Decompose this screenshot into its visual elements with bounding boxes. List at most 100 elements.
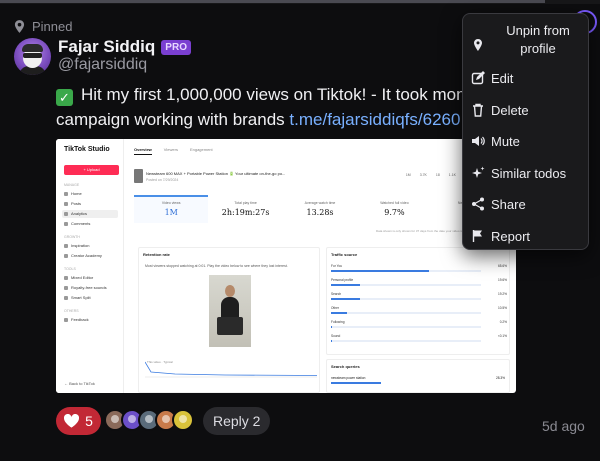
menu-label: Delete [491,103,529,118]
studio-logo: TikTok Studio [64,146,110,153]
reactor-avatar[interactable] [172,409,194,431]
traffic-value: 0.2% [499,320,507,324]
upload-button: + Upload [64,165,119,175]
avatar-hair [22,44,43,52]
traffic-track [331,284,481,286]
traffic-track [331,298,481,300]
metric-card: Total play time 2h:19m:27s [208,195,282,223]
query-bar [331,382,381,384]
traffic-bar [331,312,347,314]
traffic-panel: Traffic source For You 65.6% Personal prof… [326,247,510,355]
traffic-value: 19.2% [497,292,507,296]
retention-subtitle: Most viewers stopped watching at 0:01. P… [145,264,288,268]
menu-item-edit[interactable]: Edit [463,68,590,88]
menu-item-report[interactable]: Report [463,226,590,246]
search-queries-panel: Search queries newsteam power station 28… [326,359,510,393]
traffic-row: For You 65.6% [331,264,507,276]
menu-label: Report [491,229,531,244]
traffic-bar [331,298,360,300]
post-line-2: campaign working with brands t.me/fajars… [56,107,485,135]
author-handle[interactable]: @fajarsiddiq [58,56,147,74]
tab-viewers: Viewers [163,147,178,152]
studio-sidebar: TikTok Studio + Upload MANAGE Home Posts… [56,139,124,393]
edit-icon [471,71,485,85]
metric-label: Video views [161,201,181,205]
metric-label: Total play time [234,201,257,205]
nav-section-label: MANAGE [64,183,80,187]
context-menu: Unpin from profile Edit Delete Mute Simi… [462,13,589,250]
video-preview [209,275,251,347]
nav-item: Home [62,190,118,198]
nav-item: Smart Split [62,294,118,302]
nav-item: Creator Academy [62,252,118,260]
studio-tabs: Overview Viewers Engagement [134,147,213,155]
video-title: Newsteam 600 MAX + Portable Power Statio… [146,171,286,176]
retention-title: Retention rate [143,252,170,257]
menu-label: Similar todos [491,166,567,181]
traffic-row: Personal profile 19.6% [331,278,507,290]
menu-item-share[interactable]: Share [463,194,590,214]
scroll-thumb[interactable] [0,0,545,3]
reaction-count: 5 [85,413,93,429]
person-figure [221,297,239,319]
video-date: Posted on 7/29/2024 [146,178,179,182]
avatar[interactable] [14,38,51,75]
reactor-avatars[interactable] [104,409,194,431]
video-stat: 18 [435,173,440,177]
tab-engagement: Engagement [189,147,213,152]
speaker-icon [471,134,485,148]
traffic-row: Other 10.5% [331,306,507,318]
video-stats: 1M 3.7K 18 1.1K [406,173,456,177]
traffic-value: 19.6% [497,278,507,282]
menu-item-delete[interactable]: Delete [463,100,590,120]
queries-title: Search queries [331,364,360,369]
nav-item-active: Analytics [62,210,118,218]
query-label: newsteam power station [331,376,366,380]
nav-section-label: GROWTH [64,235,80,239]
menu-item-unpin[interactable]: Unpin from profile [463,20,590,60]
traffic-track [331,312,481,314]
author-line: Fajar Siddiq PRO [58,37,191,57]
author-name[interactable]: Fajar Siddiq [58,37,155,57]
heart-icon [64,414,80,428]
metric-label: Average watch time [304,201,336,205]
post-link[interactable]: t.me/fajarsiddiqfs/6260 [289,110,460,129]
flag-icon [471,229,485,243]
heart-reaction-button[interactable]: 5 [56,407,101,435]
attached-screenshot[interactable]: TikTok Studio + Upload MANAGE Home Posts… [56,139,516,393]
traffic-bar [331,340,332,342]
nav-section-label: TOOLS [64,267,76,271]
video-stat: 1M [405,173,411,177]
legend-typical: Typical [163,360,173,364]
traffic-bar [331,270,430,272]
power-station [217,317,243,335]
traffic-row: Sound <0.1% [331,334,507,346]
post-line-1: Hit my first 1,000,000 views on Tiktok! … [81,85,489,104]
traffic-track [331,326,481,328]
metric-card: Watched full video 9.7% [357,195,431,223]
metric-value: 2h:19m:27s [221,208,270,217]
traffic-bar [331,284,361,286]
key-metrics: Video views 1M Total play time 2h:19m:27s … [134,195,506,223]
menu-label: Mute [491,134,520,149]
traffic-title: Traffic source [331,252,358,257]
menu-item-mute[interactable]: Mute [463,131,590,151]
checkmark-icon: ✓ [56,89,73,106]
reply-button[interactable]: Reply 2 [203,407,271,435]
menu-label: Edit [491,71,514,86]
traffic-label: Search [331,292,342,296]
nav-item: Comments [62,220,118,228]
video-stat: 1.1K [448,173,456,177]
metric-value: 13.28s [306,208,334,217]
person-head [225,285,235,297]
post-line-2-text: campaign working with brands [56,110,290,129]
video-header: Newsteam 600 MAX + Portable Power Statio… [134,169,506,191]
pin-icon [471,38,485,52]
traffic-track [331,340,481,342]
video-thumbnail [134,169,143,183]
video-stat: 3.7K [419,173,427,177]
menu-item-similar[interactable]: Similar todos [463,163,590,183]
retention-legend: This video · Typical [147,360,173,364]
traffic-value: <0.1% [497,334,507,338]
traffic-label: For You [331,264,342,268]
